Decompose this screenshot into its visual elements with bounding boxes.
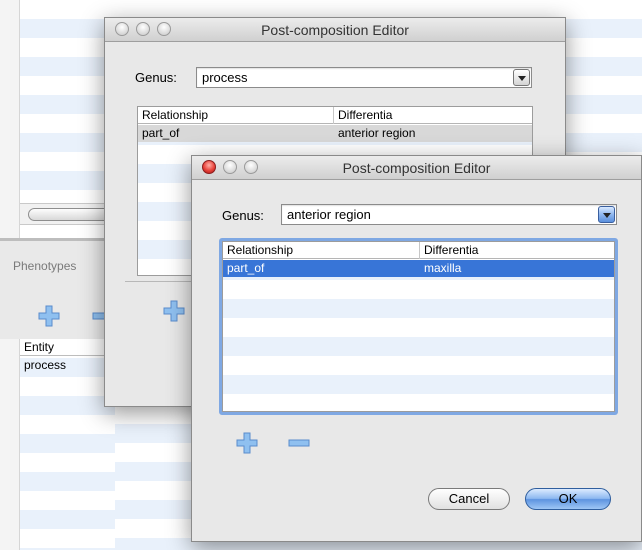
entity-column-header[interactable]: Entity bbox=[20, 339, 115, 356]
phenotypes-label: Phenotypes bbox=[13, 259, 77, 273]
table-header: Relationship Differentia bbox=[223, 242, 614, 259]
differentia-column-header[interactable]: Differentia bbox=[334, 107, 532, 124]
chevron-down-icon bbox=[603, 213, 611, 218]
chevron-down-icon bbox=[518, 76, 526, 81]
differentia-cell: maxilla bbox=[424, 261, 462, 275]
genus-value: process bbox=[202, 70, 248, 85]
table-row[interactable]: part_of anterior region bbox=[138, 125, 532, 142]
genus-combobox[interactable]: process bbox=[196, 67, 532, 88]
window-title: Post-composition Editor bbox=[261, 22, 409, 38]
ok-button[interactable]: OK bbox=[525, 488, 611, 510]
titlebar[interactable]: Post-composition Editor bbox=[192, 156, 641, 180]
differentia-cell: anterior region bbox=[338, 126, 416, 140]
remove-relationship-minus-icon[interactable] bbox=[288, 432, 310, 454]
genus-value: anterior region bbox=[287, 207, 371, 222]
relationships-table: Relationship Differentia part_of maxilla bbox=[222, 241, 615, 412]
scrollbar-thumb[interactable] bbox=[28, 208, 113, 221]
dropdown-button[interactable] bbox=[513, 69, 530, 86]
table-header: Relationship Differentia bbox=[138, 107, 532, 124]
add-phenotype-plus-icon[interactable] bbox=[38, 305, 60, 327]
relationship-column-header[interactable]: Relationship bbox=[223, 242, 420, 259]
dropdown-button[interactable] bbox=[598, 206, 615, 223]
genus-label: Genus: bbox=[135, 70, 177, 85]
genus-label: Genus: bbox=[222, 208, 264, 223]
table-row[interactable]: process bbox=[20, 357, 115, 374]
horizontal-scrollbar[interactable] bbox=[20, 203, 115, 225]
titlebar[interactable]: Post-composition Editor bbox=[105, 18, 565, 42]
window-title: Post-composition Editor bbox=[342, 160, 491, 176]
relationship-cell: part_of bbox=[227, 261, 265, 275]
relationship-cell: part_of bbox=[142, 126, 180, 140]
relationship-column-header[interactable]: Relationship bbox=[138, 107, 334, 124]
phenotypes-panel-header: Phenotypes bbox=[0, 241, 115, 281]
table-row[interactable]: part_of maxilla bbox=[223, 260, 614, 277]
genus-combobox[interactable]: anterior region bbox=[281, 204, 617, 225]
add-relationship-plus-icon[interactable] bbox=[236, 432, 258, 454]
differentia-column-header[interactable]: Differentia bbox=[420, 242, 614, 259]
post-composition-editor-front-window: Post-composition Editor Genus: anterior … bbox=[191, 155, 642, 542]
add-relationship-plus-icon[interactable] bbox=[163, 300, 185, 322]
cancel-button[interactable]: Cancel bbox=[428, 488, 510, 510]
